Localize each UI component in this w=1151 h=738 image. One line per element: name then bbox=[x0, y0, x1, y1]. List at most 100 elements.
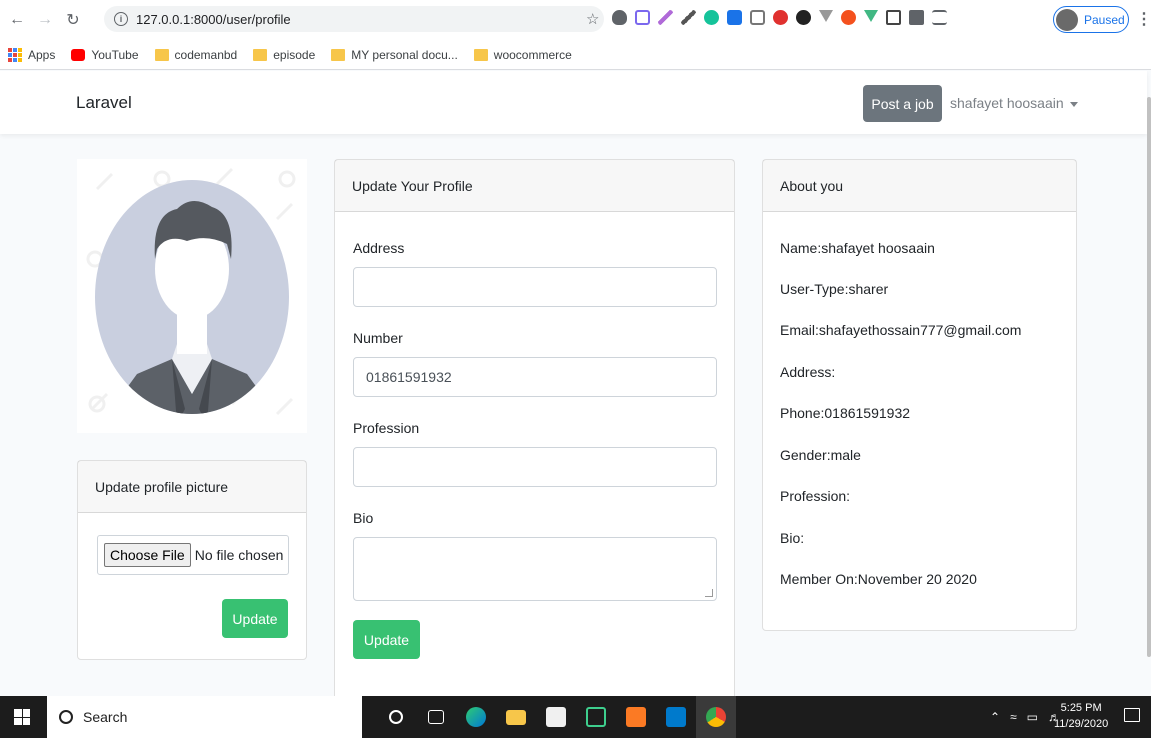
xampp-icon[interactable] bbox=[616, 696, 656, 738]
reload-icon[interactable]: ↻ bbox=[62, 9, 84, 31]
no-file-text: No file chosen bbox=[194, 547, 284, 563]
terminal-icon[interactable] bbox=[576, 696, 616, 738]
extension-k-icon[interactable] bbox=[796, 10, 811, 25]
extension-orange-icon[interactable] bbox=[841, 10, 856, 25]
store-icon[interactable] bbox=[536, 696, 576, 738]
task-view-icon[interactable] bbox=[416, 696, 456, 738]
bookmark-youtube[interactable]: YouTube bbox=[71, 47, 139, 62]
bookmark-star-icon[interactable]: ☆ bbox=[586, 10, 599, 28]
extensions-bar bbox=[612, 10, 947, 25]
extension-pen-icon[interactable] bbox=[658, 10, 673, 25]
about-address: Address: bbox=[780, 364, 836, 380]
profile-avatar-image bbox=[77, 159, 307, 433]
profession-label: Profession bbox=[353, 420, 420, 436]
bookmark-episode[interactable]: episode bbox=[253, 48, 315, 62]
battery-icon[interactable]: ▭ bbox=[1027, 710, 1038, 724]
address-input[interactable] bbox=[353, 267, 717, 307]
about-bio: Bio: bbox=[780, 530, 805, 546]
default-avatar-icon bbox=[86, 167, 296, 416]
taskbar-search-box[interactable]: Search bbox=[47, 696, 362, 738]
info-icon[interactable]: i bbox=[114, 12, 128, 26]
profile-paused-button[interactable]: Paused bbox=[1053, 6, 1129, 33]
extensions-puzzle-icon[interactable] bbox=[909, 10, 924, 25]
folder-icon bbox=[473, 48, 488, 61]
bookmark-label: MY personal docu... bbox=[351, 47, 458, 62]
profile-avatar bbox=[1056, 8, 1078, 31]
brand-link[interactable]: Laravel bbox=[76, 93, 132, 113]
update-profile-card: Update Your Profile Address Number 01861… bbox=[334, 159, 735, 696]
bookmarks-bar: Apps YouTube codemanbd episode MY person… bbox=[0, 40, 1151, 70]
back-arrow-icon[interactable]: ← bbox=[6, 9, 28, 31]
extension-vue-icon[interactable] bbox=[864, 10, 878, 22]
address-bar[interactable]: i 127.0.0.1:8000/user/profile bbox=[104, 6, 604, 32]
profile-picture-file-input[interactable]: Choose File No file chosen bbox=[97, 535, 289, 575]
tray-chevron-up-icon[interactable]: ⌃ bbox=[990, 710, 1000, 724]
system-tray: ⌃ ≈ ▭ ♬ bbox=[990, 696, 1060, 738]
about-email: Email:shafayethossain777@gmail.com bbox=[780, 322, 1022, 338]
bookmark-label: episode bbox=[273, 47, 316, 62]
number-label: Number bbox=[353, 330, 403, 346]
site-navbar: Laravel Post a job shafayet hoosaain bbox=[0, 71, 1147, 134]
file-explorer-icon[interactable] bbox=[496, 696, 536, 738]
taskbar-clock[interactable]: 5:25 PM 11/29/2020 bbox=[1054, 700, 1108, 732]
bookmark-personal-docs[interactable]: MY personal docu... bbox=[331, 48, 458, 62]
about-phone: Phone:01861591932 bbox=[780, 405, 911, 421]
bio-textarea[interactable] bbox=[353, 537, 717, 601]
update-profile-button[interactable]: Update bbox=[353, 620, 420, 659]
bookmark-label: YouTube bbox=[91, 47, 139, 62]
extension-shield-icon[interactable] bbox=[612, 10, 627, 25]
resize-grip-icon[interactable] bbox=[705, 589, 713, 597]
windows-taskbar: Search ⌃ ≈ ▭ ♬ 5:25 PM 11/29/2020 bbox=[0, 696, 1151, 738]
update-picture-card: Update profile picture Choose File No fi… bbox=[77, 460, 307, 660]
vscode-icon[interactable] bbox=[656, 696, 696, 738]
about-you-card: About you Name:shafayet hoosaain User-Ty… bbox=[762, 159, 1077, 631]
menu-kebab-icon[interactable]: ⋮ bbox=[1136, 9, 1151, 29]
windows-start-icon[interactable] bbox=[14, 709, 30, 725]
chrome-icon[interactable] bbox=[696, 696, 736, 738]
number-input[interactable]: 01861591932 bbox=[353, 357, 717, 397]
profession-input[interactable] bbox=[353, 447, 717, 487]
extension-grid-icon[interactable] bbox=[886, 10, 901, 25]
edge-icon[interactable] bbox=[456, 696, 496, 738]
bookmark-label: Apps bbox=[28, 47, 56, 62]
bookmark-label: codemanbd bbox=[174, 47, 238, 62]
about-member-since: Member On:November 20 2020 bbox=[780, 571, 977, 587]
cortana-icon[interactable] bbox=[376, 696, 416, 738]
picture-card-header: Update profile picture bbox=[78, 461, 306, 513]
page-content: Laravel Post a job shafayet hoosaain Upd… bbox=[0, 71, 1151, 696]
clock-date: 11/29/2020 bbox=[1054, 718, 1109, 730]
notifications-icon[interactable] bbox=[1124, 708, 1140, 722]
folder-icon bbox=[253, 48, 268, 61]
search-placeholder: Search bbox=[83, 709, 128, 725]
extension-red-icon[interactable] bbox=[773, 10, 788, 25]
choose-file-button[interactable]: Choose File bbox=[104, 543, 191, 567]
extension-download-icon[interactable] bbox=[727, 10, 742, 25]
extension-window-icon[interactable] bbox=[635, 10, 650, 25]
post-job-button[interactable]: Post a job bbox=[863, 85, 942, 122]
extension-dropper-icon[interactable] bbox=[681, 10, 696, 25]
apps-grid-icon bbox=[8, 47, 22, 62]
paused-label: Paused bbox=[1084, 12, 1125, 27]
address-label: Address bbox=[353, 240, 405, 256]
user-name: shafayet hoosaain bbox=[950, 95, 1064, 111]
bookmark-codemanbd[interactable]: codemanbd bbox=[154, 47, 238, 62]
bookmark-label: woocommerce bbox=[493, 47, 572, 62]
forward-arrow-icon[interactable]: → bbox=[34, 9, 56, 31]
reading-list-icon[interactable] bbox=[932, 10, 947, 25]
about-profession: Profession: bbox=[780, 488, 851, 504]
youtube-icon bbox=[71, 48, 86, 61]
user-dropdown[interactable]: shafayet hoosaain bbox=[950, 95, 1078, 111]
update-picture-button[interactable]: Update bbox=[222, 599, 288, 638]
bookmark-woocommerce[interactable]: woocommerce bbox=[473, 47, 572, 62]
caret-down-icon bbox=[1069, 101, 1078, 107]
url-text: 127.0.0.1:8000/user/profile bbox=[136, 11, 291, 27]
extension-camera-icon[interactable] bbox=[750, 10, 765, 25]
extension-triangle-icon[interactable] bbox=[819, 10, 833, 22]
network-icon[interactable]: ≈ bbox=[1010, 710, 1017, 724]
folder-icon bbox=[154, 48, 169, 61]
about-name: Name:shafayet hoosaain bbox=[780, 240, 935, 256]
page-scrollbar[interactable] bbox=[1147, 97, 1151, 657]
search-icon bbox=[59, 710, 73, 724]
extension-grammarly-icon[interactable] bbox=[704, 10, 719, 25]
bookmark-apps[interactable]: Apps bbox=[8, 47, 56, 62]
